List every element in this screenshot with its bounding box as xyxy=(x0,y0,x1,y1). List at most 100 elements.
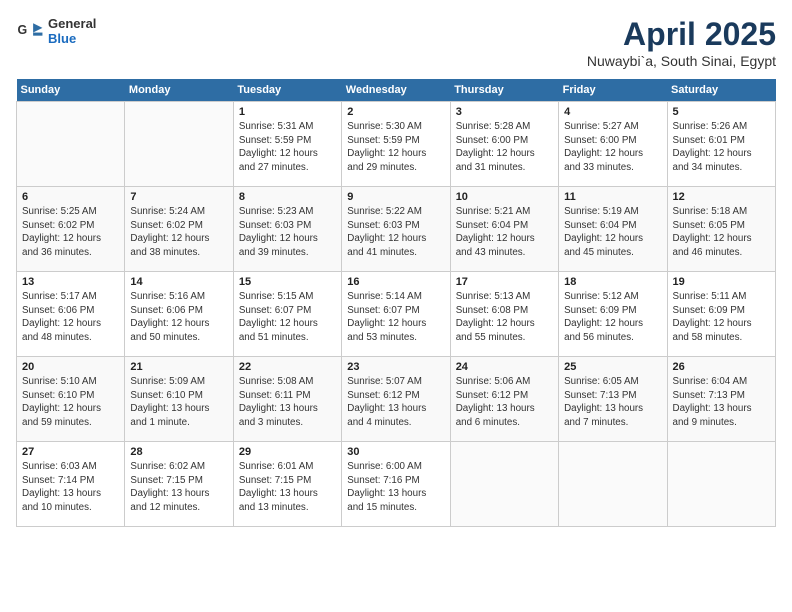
day-number: 11 xyxy=(564,191,661,203)
day-number: 16 xyxy=(347,276,444,288)
day-info: Sunrise: 6:01 AMSunset: 7:15 PMDaylight:… xyxy=(239,460,336,515)
day-number: 15 xyxy=(239,276,336,288)
weekday-header-row: Sunday Monday Tuesday Wednesday Thursday… xyxy=(17,79,776,102)
table-row: 21 Sunrise: 5:09 AMSunset: 6:10 PMDayligh… xyxy=(125,357,233,442)
table-row: 13 Sunrise: 5:17 AMSunset: 6:06 PMDayligh… xyxy=(17,272,125,357)
day-info: Sunrise: 5:13 AMSunset: 6:08 PMDaylight:… xyxy=(456,290,553,345)
table-row: 25 Sunrise: 6:05 AMSunset: 7:13 PMDayligh… xyxy=(559,357,667,442)
logo-icon: G xyxy=(16,17,44,45)
day-info: Sunrise: 5:17 AMSunset: 6:06 PMDaylight:… xyxy=(22,290,119,345)
day-number: 21 xyxy=(130,361,227,373)
table-row: 2Sunrise: 5:30 AMSunset: 5:59 PMDaylight… xyxy=(342,102,450,187)
table-row: 9Sunrise: 5:22 AMSunset: 6:03 PMDaylight… xyxy=(342,187,450,272)
calendar-week-row: 13 Sunrise: 5:17 AMSunset: 6:06 PMDayligh… xyxy=(17,272,776,357)
day-info: Sunrise: 6:03 AMSunset: 7:14 PMDaylight:… xyxy=(22,460,119,515)
logo: G General Blue xyxy=(16,16,96,46)
table-row: 11 Sunrise: 5:19 AMSunset: 6:04 PMDayligh… xyxy=(559,187,667,272)
header-monday: Monday xyxy=(125,79,233,102)
day-info: Sunrise: 5:21 AMSunset: 6:04 PMDaylight:… xyxy=(456,205,553,260)
day-info: Sunrise: 5:30 AMSunset: 5:59 PMDaylight:… xyxy=(347,120,444,175)
table-row: 14Sunrise: 5:16 AMSunset: 6:06 PMDayligh… xyxy=(125,272,233,357)
svg-text:G: G xyxy=(18,23,28,37)
header-saturday: Saturday xyxy=(667,79,775,102)
day-number: 26 xyxy=(673,361,770,373)
day-info: Sunrise: 5:06 AMSunset: 6:12 PMDaylight:… xyxy=(456,375,553,430)
day-number: 4 xyxy=(564,106,661,118)
title-block: April 2025 Nuwaybi`a, South Sinai, Egypt xyxy=(587,16,776,69)
calendar-week-row: 20 Sunrise: 5:10 AMSunset: 6:10 PMDayligh… xyxy=(17,357,776,442)
day-number: 20 xyxy=(22,361,119,373)
table-row: 4 Sunrise: 5:27 AMSunset: 6:00 PMDaylight… xyxy=(559,102,667,187)
day-number: 8 xyxy=(239,191,336,203)
table-row: 22 Sunrise: 5:08 AMSunset: 6:11 PMDayligh… xyxy=(233,357,341,442)
header-sunday: Sunday xyxy=(17,79,125,102)
table-row: 23 Sunrise: 5:07 AMSunset: 6:12 PMDayligh… xyxy=(342,357,450,442)
header-wednesday: Wednesday xyxy=(342,79,450,102)
day-info: Sunrise: 5:12 AMSunset: 6:09 PMDaylight:… xyxy=(564,290,661,345)
day-info: Sunrise: 5:24 AMSunset: 6:02 PMDaylight:… xyxy=(130,205,227,260)
day-number: 3 xyxy=(456,106,553,118)
table-row: 8 Sunrise: 5:23 AMSunset: 6:03 PMDaylight… xyxy=(233,187,341,272)
day-info: Sunrise: 5:07 AMSunset: 6:12 PMDaylight:… xyxy=(347,375,444,430)
calendar-week-row: 6 Sunrise: 5:25 AMSunset: 6:02 PMDaylight… xyxy=(17,187,776,272)
day-number: 22 xyxy=(239,361,336,373)
day-number: 7 xyxy=(130,191,227,203)
day-number: 27 xyxy=(22,446,119,458)
day-number: 17 xyxy=(456,276,553,288)
table-row: 28Sunrise: 6:02 AMSunset: 7:15 PMDayligh… xyxy=(125,442,233,527)
logo-blue: Blue xyxy=(48,31,96,46)
page-header: G General Blue April 2025 Nuwaybi`a, Sou… xyxy=(16,16,776,69)
day-info: Sunrise: 5:14 AMSunset: 6:07 PMDaylight:… xyxy=(347,290,444,345)
day-number: 25 xyxy=(564,361,661,373)
header-friday: Friday xyxy=(559,79,667,102)
day-info: Sunrise: 5:10 AMSunset: 6:10 PMDaylight:… xyxy=(22,375,119,430)
table-row xyxy=(450,442,558,527)
day-number: 10 xyxy=(456,191,553,203)
table-row: 16 Sunrise: 5:14 AMSunset: 6:07 PMDayligh… xyxy=(342,272,450,357)
day-number: 28 xyxy=(130,446,227,458)
table-row xyxy=(667,442,775,527)
table-row: 3Sunrise: 5:28 AMSunset: 6:00 PMDaylight… xyxy=(450,102,558,187)
day-info: Sunrise: 5:23 AMSunset: 6:03 PMDaylight:… xyxy=(239,205,336,260)
day-info: Sunrise: 6:00 AMSunset: 7:16 PMDaylight:… xyxy=(347,460,444,515)
day-number: 30 xyxy=(347,446,444,458)
day-info: Sunrise: 5:19 AMSunset: 6:04 PMDaylight:… xyxy=(564,205,661,260)
table-row: 5Sunrise: 5:26 AMSunset: 6:01 PMDaylight… xyxy=(667,102,775,187)
table-row: 15 Sunrise: 5:15 AMSunset: 6:07 PMDayligh… xyxy=(233,272,341,357)
day-number: 12 xyxy=(673,191,770,203)
day-info: Sunrise: 5:31 AMSunset: 5:59 PMDaylight:… xyxy=(239,120,336,175)
month-title: April 2025 xyxy=(587,16,776,53)
day-info: Sunrise: 6:04 AMSunset: 7:13 PMDaylight:… xyxy=(673,375,770,430)
day-number: 9 xyxy=(347,191,444,203)
table-row xyxy=(17,102,125,187)
table-row: 30 Sunrise: 6:00 AMSunset: 7:16 PMDayligh… xyxy=(342,442,450,527)
day-info: Sunrise: 5:09 AMSunset: 6:10 PMDaylight:… xyxy=(130,375,227,430)
day-number: 14 xyxy=(130,276,227,288)
location-title: Nuwaybi`a, South Sinai, Egypt xyxy=(587,53,776,69)
table-row: 29 Sunrise: 6:01 AMSunset: 7:15 PMDayligh… xyxy=(233,442,341,527)
day-info: Sunrise: 5:25 AMSunset: 6:02 PMDaylight:… xyxy=(22,205,119,260)
day-number: 29 xyxy=(239,446,336,458)
day-info: Sunrise: 5:15 AMSunset: 6:07 PMDaylight:… xyxy=(239,290,336,345)
day-info: Sunrise: 5:11 AMSunset: 6:09 PMDaylight:… xyxy=(673,290,770,345)
table-row: 27 Sunrise: 6:03 AMSunset: 7:14 PMDayligh… xyxy=(17,442,125,527)
day-number: 6 xyxy=(22,191,119,203)
day-info: Sunrise: 5:18 AMSunset: 6:05 PMDaylight:… xyxy=(673,205,770,260)
table-row: 17 Sunrise: 5:13 AMSunset: 6:08 PMDayligh… xyxy=(450,272,558,357)
day-info: Sunrise: 5:27 AMSunset: 6:00 PMDaylight:… xyxy=(564,120,661,175)
table-row: 1Sunrise: 5:31 AMSunset: 5:59 PMDaylight… xyxy=(233,102,341,187)
calendar-week-row: 27 Sunrise: 6:03 AMSunset: 7:14 PMDayligh… xyxy=(17,442,776,527)
table-row: 24Sunrise: 5:06 AMSunset: 6:12 PMDayligh… xyxy=(450,357,558,442)
day-number: 13 xyxy=(22,276,119,288)
logo-general: General xyxy=(48,16,96,31)
table-row: 20 Sunrise: 5:10 AMSunset: 6:10 PMDayligh… xyxy=(17,357,125,442)
day-info: Sunrise: 6:05 AMSunset: 7:13 PMDaylight:… xyxy=(564,375,661,430)
day-info: Sunrise: 5:08 AMSunset: 6:11 PMDaylight:… xyxy=(239,375,336,430)
day-number: 23 xyxy=(347,361,444,373)
table-row xyxy=(125,102,233,187)
table-row: 10 Sunrise: 5:21 AMSunset: 6:04 PMDayligh… xyxy=(450,187,558,272)
day-number: 5 xyxy=(673,106,770,118)
calendar-table: Sunday Monday Tuesday Wednesday Thursday… xyxy=(16,79,776,527)
table-row: 12 Sunrise: 5:18 AMSunset: 6:05 PMDayligh… xyxy=(667,187,775,272)
table-row: 7 Sunrise: 5:24 AMSunset: 6:02 PMDaylight… xyxy=(125,187,233,272)
